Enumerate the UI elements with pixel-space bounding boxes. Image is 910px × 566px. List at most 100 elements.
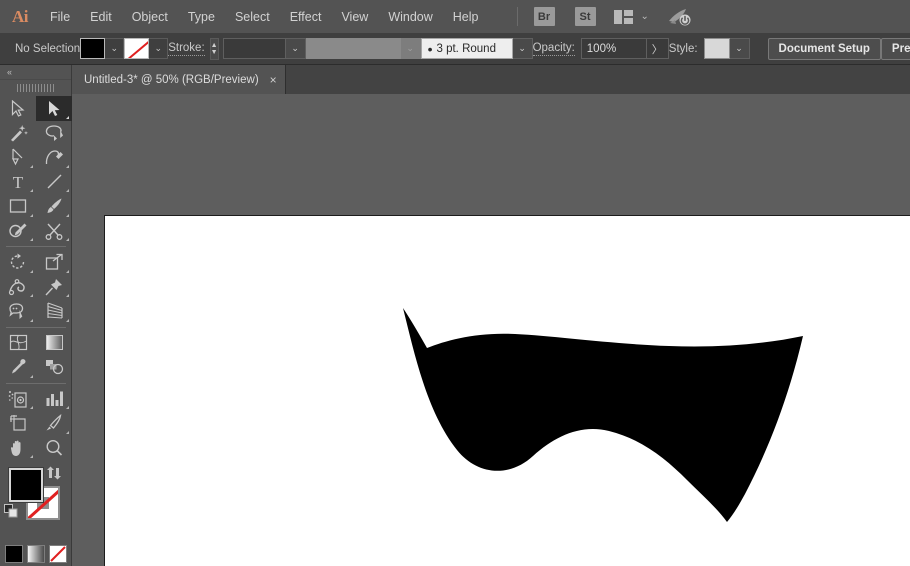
- gradient-tool[interactable]: [36, 331, 72, 356]
- canvas-area[interactable]: [72, 94, 910, 566]
- artboard[interactable]: [104, 215, 910, 566]
- curvature-tool[interactable]: [36, 145, 72, 170]
- chevron-down-icon[interactable]: ⌄: [641, 11, 649, 22]
- hand-tool[interactable]: [0, 436, 36, 461]
- close-icon[interactable]: ×: [270, 75, 277, 85]
- blend-tool[interactable]: [36, 355, 72, 380]
- stroke-weight-chevron-down-icon[interactable]: ⌄: [286, 38, 306, 59]
- fill-color-swatch[interactable]: [80, 38, 105, 59]
- menu-edit[interactable]: Edit: [80, 0, 122, 33]
- brush-bullet-icon: •: [428, 44, 433, 54]
- stock-button[interactable]: St: [575, 7, 596, 26]
- none-slash-icon: [50, 546, 66, 562]
- document-setup-button[interactable]: Document Setup: [768, 38, 881, 60]
- brush-chevron-down-icon[interactable]: ⌄: [513, 38, 533, 59]
- selection-status-label: No Selection: [9, 43, 80, 55]
- none-swatch-mode[interactable]: [49, 545, 67, 563]
- opacity-label[interactable]: Opacity:: [533, 42, 575, 56]
- brush-definition-control[interactable]: • 3 pt. Round ⌄: [421, 38, 533, 59]
- default-fill-stroke-icon[interactable]: [4, 504, 19, 519]
- menu-divider: [517, 7, 518, 26]
- graphic-style-control[interactable]: ⌄: [704, 38, 750, 59]
- shaper-tool[interactable]: [0, 219, 36, 244]
- opacity-popup-arrow-icon[interactable]: 〉: [647, 38, 669, 59]
- pen-tool[interactable]: [0, 145, 36, 170]
- menu-object[interactable]: Object: [122, 0, 178, 33]
- fill-control[interactable]: ⌄: [80, 38, 124, 59]
- style-chevron-down-icon[interactable]: ⌄: [730, 38, 750, 59]
- menu-type[interactable]: Type: [178, 0, 225, 33]
- selection-tool[interactable]: [0, 96, 36, 121]
- shape-builder-icon: [8, 302, 28, 320]
- slice-knife-icon: [45, 414, 63, 432]
- scale-tool[interactable]: [36, 250, 72, 275]
- type-icon: T: [10, 173, 26, 190]
- stroke-weight-control[interactable]: ⌄: [223, 38, 306, 59]
- stroke-weight-input[interactable]: [223, 38, 286, 59]
- line-segment-tool[interactable]: [36, 170, 72, 195]
- tool-group-indicator: [30, 189, 33, 192]
- direct-selection-tool[interactable]: [36, 96, 72, 121]
- collapse-panel-icon[interactable]: «: [0, 65, 71, 80]
- zoom-magnifier-icon: [45, 439, 63, 457]
- zoom-tool[interactable]: [36, 436, 72, 461]
- type-tool[interactable]: T: [0, 170, 36, 195]
- rotate-tool[interactable]: [0, 250, 36, 275]
- magic-wand-icon: [9, 124, 28, 142]
- stepper-up-icon[interactable]: ▲: [211, 42, 218, 49]
- shape-builder-tool[interactable]: [0, 299, 36, 324]
- rectangle-tool[interactable]: [0, 194, 36, 219]
- menu-select[interactable]: Select: [225, 0, 280, 33]
- brush-definition-input[interactable]: • 3 pt. Round: [421, 38, 513, 59]
- app-logo: Ai: [0, 0, 40, 33]
- paintbrush-tool[interactable]: [36, 194, 72, 219]
- stroke-chevron-down-icon[interactable]: ⌄: [149, 38, 168, 59]
- tool-divider: [6, 383, 66, 384]
- document-tab[interactable]: Untitled-3* @ 50% (RGB/Preview) ×: [72, 65, 286, 94]
- preferences-button[interactable]: Preferences: [881, 38, 910, 60]
- stroke-weight-stepper[interactable]: ▲ ▼: [210, 38, 219, 60]
- rocket-icon[interactable]: [667, 7, 693, 27]
- perspective-grid-tool[interactable]: [36, 299, 72, 324]
- magic-wand-tool[interactable]: [0, 121, 36, 146]
- stepper-down-icon[interactable]: ▼: [211, 49, 218, 56]
- swap-fill-stroke-icon[interactable]: [46, 466, 62, 480]
- black-freeform-blob-shape[interactable]: [105, 216, 910, 566]
- color-swatch-mode[interactable]: [5, 545, 23, 563]
- toolbar-fill-swatch[interactable]: [9, 468, 43, 502]
- arrange-documents-icon[interactable]: [614, 10, 633, 24]
- direct-selection-arrow-icon: [47, 100, 62, 117]
- column-graph-tool[interactable]: [36, 387, 72, 412]
- width-tool[interactable]: [0, 275, 36, 300]
- bridge-button[interactable]: Br: [534, 7, 555, 26]
- gradient-swatch-mode[interactable]: [27, 545, 45, 563]
- slice-tool[interactable]: [36, 411, 72, 436]
- rotate-icon: [9, 253, 27, 271]
- svg-text:T: T: [13, 173, 24, 190]
- stroke-color-swatch[interactable]: [124, 38, 149, 59]
- free-transform-tool[interactable]: [36, 275, 72, 300]
- menu-window[interactable]: Window: [378, 0, 442, 33]
- mesh-tool[interactable]: [0, 331, 36, 356]
- lasso-tool[interactable]: [36, 121, 72, 146]
- menu-file[interactable]: File: [40, 0, 80, 33]
- eyedropper-tool[interactable]: [0, 355, 36, 380]
- menu-view[interactable]: View: [331, 0, 378, 33]
- fill-chevron-down-icon[interactable]: ⌄: [105, 38, 124, 59]
- artboard-tool[interactable]: [0, 411, 36, 436]
- menu-effect[interactable]: Effect: [280, 0, 332, 33]
- symbol-sprayer-tool[interactable]: [0, 387, 36, 412]
- menu-help[interactable]: Help: [443, 0, 489, 33]
- scissors-tool[interactable]: [36, 219, 72, 244]
- width-profile-chevron-down-icon[interactable]: ⌄: [401, 38, 421, 59]
- tool-group-indicator: [30, 238, 33, 241]
- width-profile-control[interactable]: ⌄: [306, 38, 421, 59]
- stroke-color-control[interactable]: ⌄: [124, 38, 168, 59]
- tools-panel: «: [0, 65, 72, 566]
- opacity-input[interactable]: 100%: [581, 38, 647, 59]
- graphic-style-swatch[interactable]: [704, 38, 730, 59]
- opacity-control[interactable]: 100% 〉: [581, 38, 669, 59]
- stroke-weight-label[interactable]: Stroke:: [168, 42, 204, 56]
- toolbar-grip[interactable]: [0, 80, 71, 96]
- width-profile-input[interactable]: [306, 38, 401, 59]
